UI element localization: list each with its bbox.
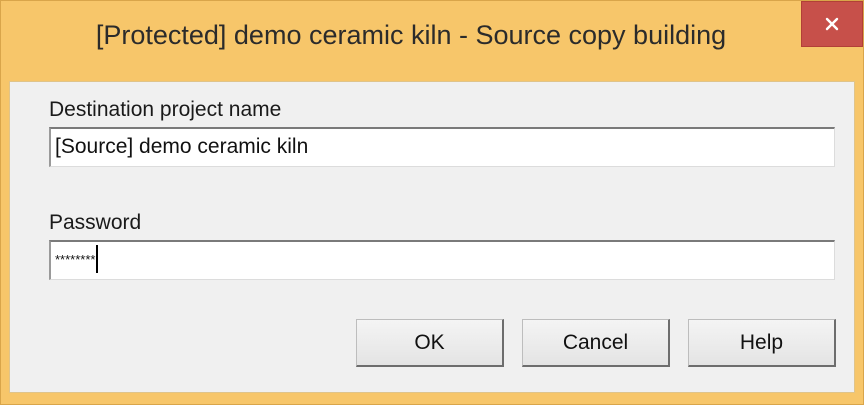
destination-project-input[interactable]: [Source] demo ceramic kiln — [49, 127, 835, 167]
text-caret — [96, 245, 99, 273]
close-icon — [824, 16, 840, 32]
help-button[interactable]: Help — [688, 319, 836, 367]
ok-button[interactable]: OK — [356, 319, 504, 367]
password-value: ******** — [55, 251, 96, 267]
destination-project-label: Destination project name — [49, 98, 282, 121]
password-label: Password — [49, 211, 142, 234]
cancel-button[interactable]: Cancel — [522, 319, 670, 367]
dialog-title: [Protected] demo ceramic kiln - Source c… — [95, 20, 727, 50]
destination-project-value: [Source] demo ceramic kiln — [55, 135, 309, 158]
password-input[interactable]: ******** — [49, 240, 835, 280]
dialog-body: Destination project name [Source] demo c… — [9, 81, 855, 393]
title-bar[interactable]: [Protected] demo ceramic kiln - Source c… — [1, 1, 863, 81]
dialog-window: [Protected] demo ceramic kiln - Source c… — [0, 0, 864, 405]
close-button[interactable] — [801, 1, 863, 47]
